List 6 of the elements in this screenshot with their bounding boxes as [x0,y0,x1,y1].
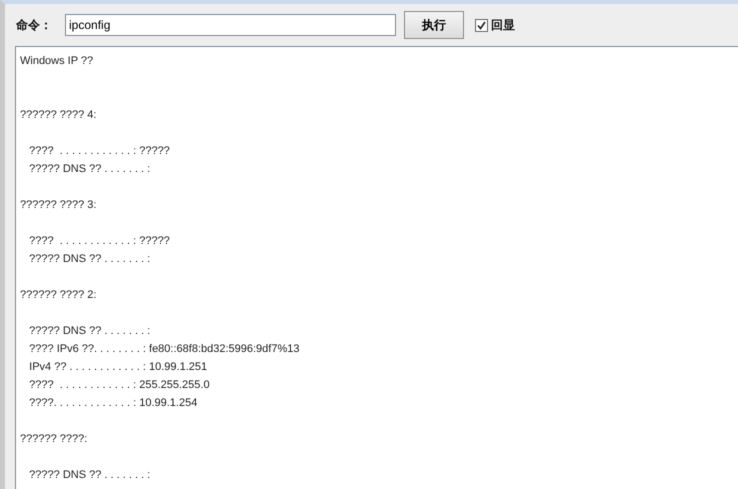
command-field[interactable]: ipconfig [65,14,396,36]
command-label: 命令： [16,17,53,34]
echo-label: 回显 [491,17,515,34]
echo-checkbox[interactable] [475,18,488,32]
run-button[interactable]: 执行 [404,11,464,39]
console-output: Windows IP ?? ?????? ???? 4: ???? . . . . . . . . . . . . : ????? ????? DNS ?? . . . . . . . : ?????? ???? 3: ???? . . . . . . . . . . . . : ????? ????? DNS ?? . . . . . . . : ?????? ???? 2: ????? DNS ?? . . . . . . . : ???? IPv6 ??. . . . . . . . : fe80::68f8:bd32:5996:9df7%13 IPv4 ?? . . . . . . . . . . . . : 10.99.1.251 ???? . . . . . . . . . . . . : 255.255.255.0 ????. . . . . . . . . . . . . : 10.99.1.254 ?????? ????: ????? DNS ?? . . . . . . . : [20,54,300,483]
